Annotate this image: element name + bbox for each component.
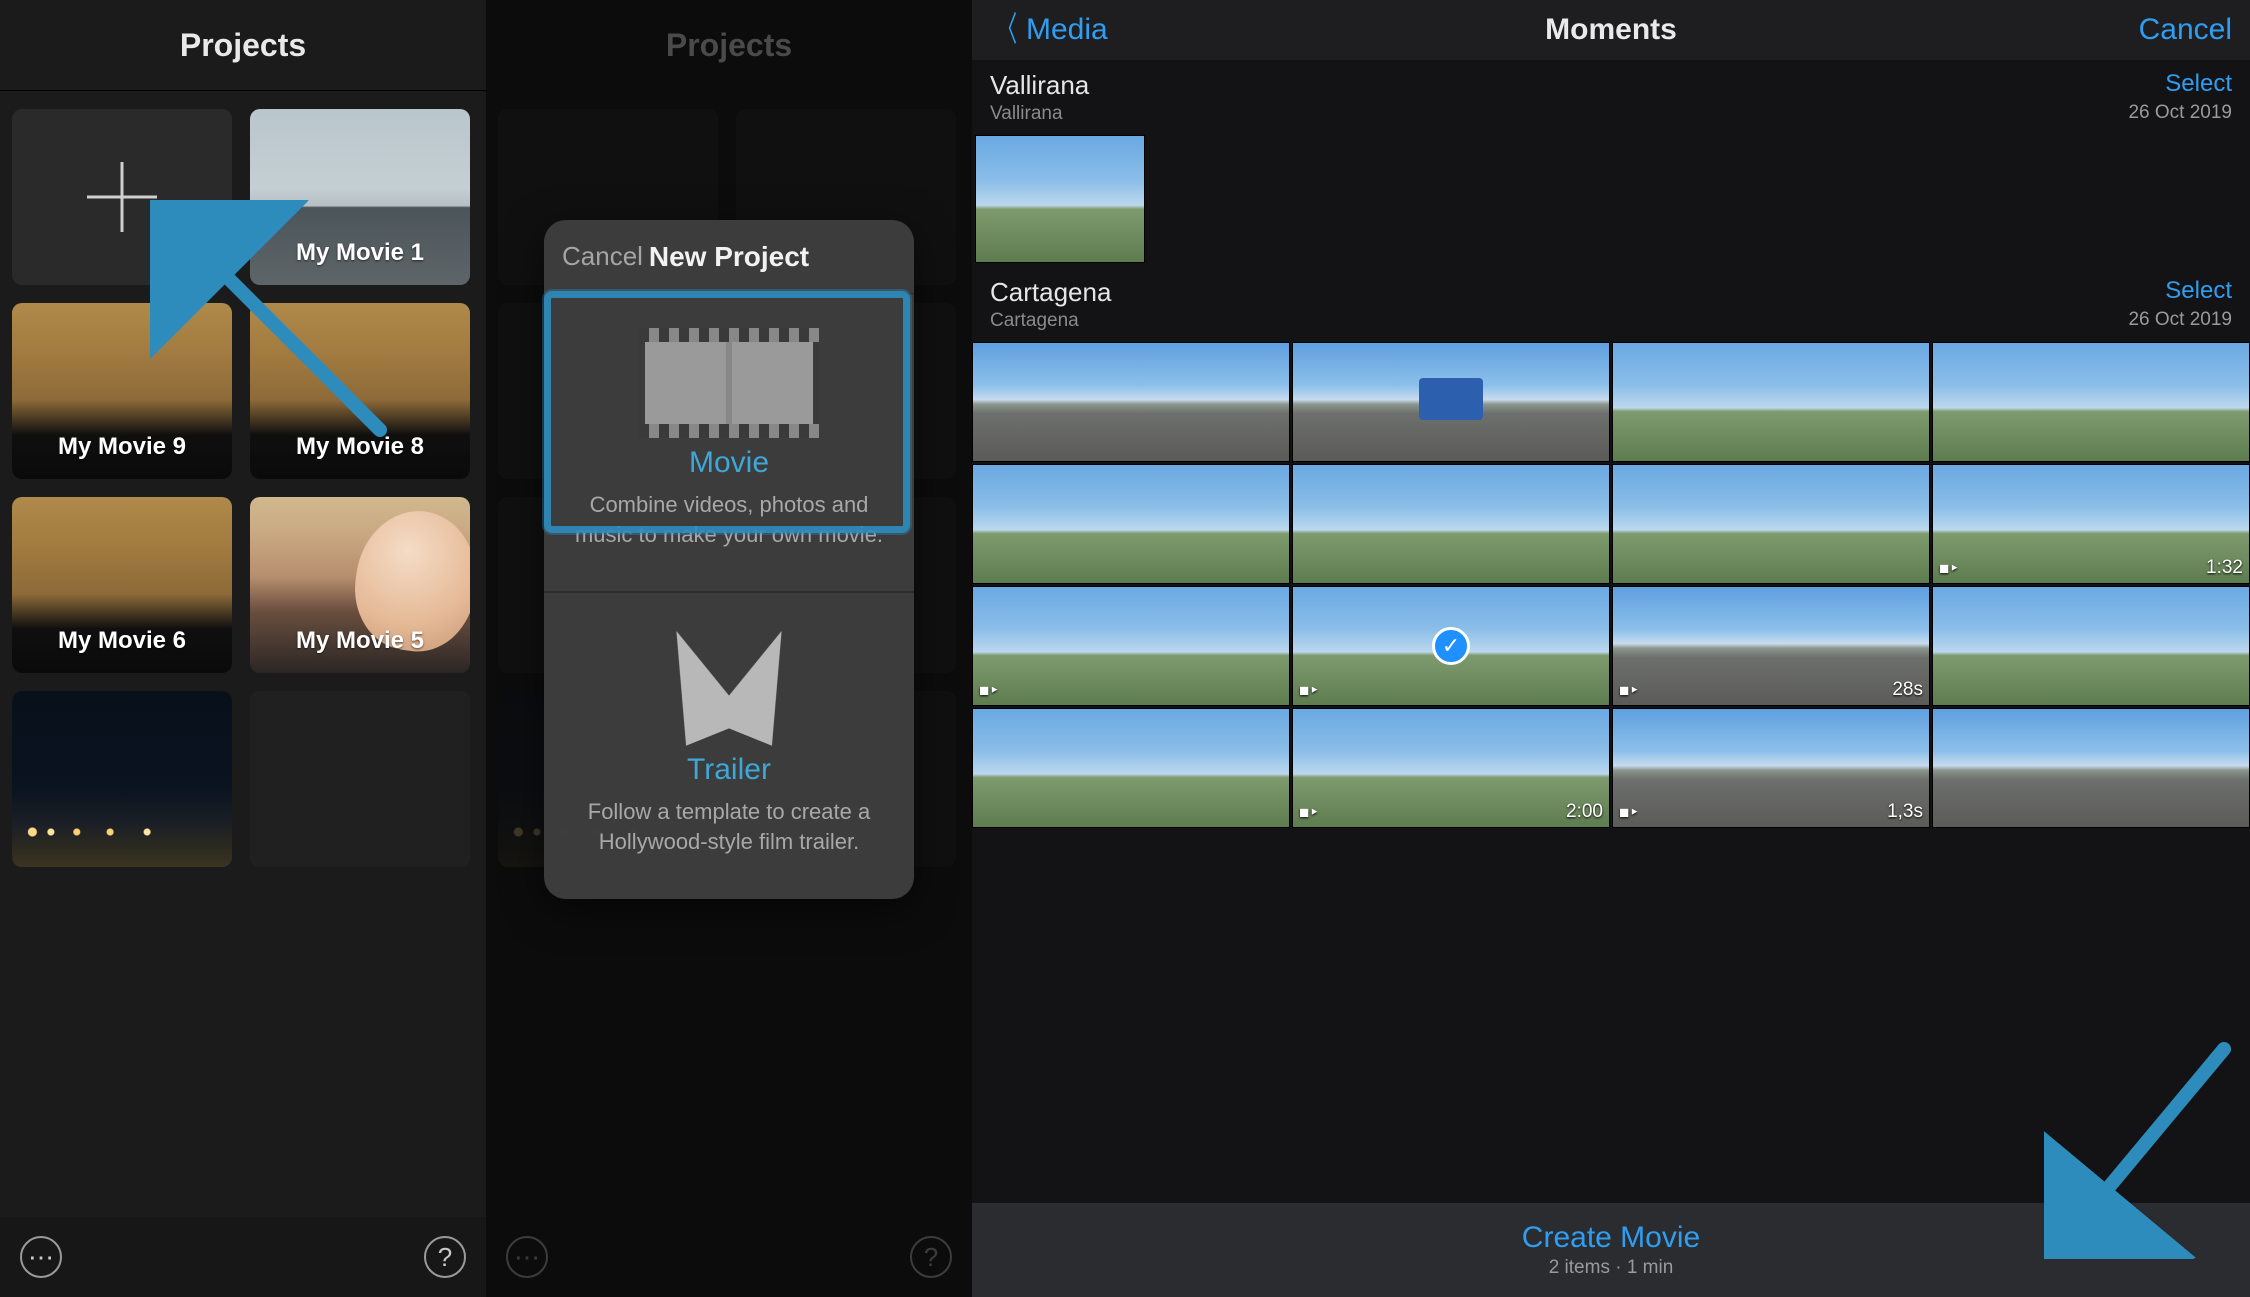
moment-date: 26 Oct 2019 bbox=[2128, 102, 2232, 124]
video-icon: ■‣ bbox=[1619, 681, 1639, 701]
project-tile[interactable]: My Movie 6 bbox=[12, 497, 232, 673]
moment-sub: Cartagena bbox=[990, 310, 1111, 332]
moment-photos bbox=[972, 135, 2250, 267]
video-icon: ■‣ bbox=[1939, 559, 1959, 579]
moment-header: Cartagena Cartagena Select 26 Oct 2019 bbox=[972, 267, 2250, 342]
photo-thumb[interactable] bbox=[972, 708, 1290, 828]
moment-date: 26 Oct 2019 bbox=[2128, 309, 2232, 331]
photo-thumb[interactable]: ■‣ ✓ bbox=[1292, 586, 1610, 706]
sheet-header: Cancel New Project bbox=[544, 220, 914, 294]
photo-thumb[interactable] bbox=[1292, 464, 1610, 584]
moments-nav: 〈 Media Moments Cancel bbox=[972, 0, 2250, 60]
photo-thumb[interactable]: ■‣ bbox=[972, 586, 1290, 706]
project-tile-label: My Movie 6 bbox=[12, 627, 232, 655]
help-icon: ? bbox=[438, 1242, 452, 1273]
new-project-screen: Projects ⋯ ? Cancel New Project bbox=[486, 0, 972, 1297]
photo-thumb[interactable]: ■‣ 1,3s bbox=[1612, 708, 1930, 828]
photo-thumb[interactable] bbox=[1612, 342, 1930, 462]
photo-thumb[interactable] bbox=[972, 342, 1290, 462]
projects-header: Projects bbox=[0, 0, 486, 91]
option-trailer[interactable]: Trailer Follow a template to create a Ho… bbox=[544, 593, 914, 898]
more-button-dim: ⋯ bbox=[506, 1236, 548, 1278]
projects-grid: My Movie 1 My Movie 9 My Movie 8 My Movi… bbox=[0, 91, 486, 867]
project-tile-label: My Movie 5 bbox=[250, 627, 470, 655]
moment-select-button[interactable]: Select bbox=[2128, 70, 2232, 98]
project-tile-label: My Movie 1 bbox=[250, 239, 470, 267]
photo-thumb[interactable]: ■‣ 28s bbox=[1612, 586, 1930, 706]
photo-thumb[interactable] bbox=[972, 464, 1290, 584]
video-duration: 1:32 bbox=[2206, 557, 2243, 579]
project-tile[interactable]: My Movie 8 bbox=[250, 303, 470, 479]
help-button-dim: ? bbox=[910, 1236, 952, 1278]
moment-name: Cartagena bbox=[990, 277, 1111, 308]
project-tile[interactable]: My Movie 5 bbox=[250, 497, 470, 673]
moment-name: Vallirana bbox=[990, 70, 1089, 101]
sheet-cancel-button[interactable]: Cancel bbox=[562, 241, 643, 272]
projects-screen: Projects My Movie 1 My Movie 9 My Movie … bbox=[0, 0, 486, 1297]
option-movie-title: Movie bbox=[566, 446, 892, 480]
project-tile[interactable]: My Movie 9 bbox=[12, 303, 232, 479]
video-icon: ■‣ bbox=[1619, 803, 1639, 823]
project-tile[interactable] bbox=[12, 691, 232, 867]
photo-thumb[interactable] bbox=[1932, 342, 2250, 462]
moment-sub: Vallirana bbox=[990, 103, 1089, 125]
projects-title: Projects bbox=[180, 27, 306, 64]
project-tile[interactable] bbox=[250, 691, 470, 867]
video-duration: 2:00 bbox=[1566, 801, 1603, 823]
cancel-button[interactable]: Cancel bbox=[2139, 13, 2232, 47]
project-tile[interactable]: My Movie 1 bbox=[250, 109, 470, 285]
spotlight-icon bbox=[649, 627, 809, 747]
chevron-left-icon: 〈 bbox=[997, 13, 1017, 47]
project-tile-label: My Movie 8 bbox=[250, 433, 470, 461]
photo-thumb[interactable]: ■‣ 2:00 bbox=[1292, 708, 1610, 828]
moment-header: Vallirana Vallirana Select 26 Oct 2019 bbox=[972, 60, 2250, 135]
photo-thumb[interactable] bbox=[975, 135, 1145, 263]
new-project-sheet: Cancel New Project Movie Combine videos,… bbox=[544, 220, 914, 899]
option-trailer-desc: Follow a template to create a Hollywood-… bbox=[566, 797, 892, 856]
create-movie-label: Create Movie bbox=[1522, 1221, 1700, 1255]
back-button[interactable]: 〈 Media bbox=[990, 13, 1108, 47]
video-duration: 28s bbox=[1892, 679, 1923, 701]
moment-grid: ■‣ 1:32 ■‣ ■‣ ✓ ■‣ 28s ■‣ 2:00 ■‣ 1,3s bbox=[972, 342, 2250, 828]
photo-thumb[interactable] bbox=[1932, 708, 2250, 828]
projects-title-dim: Projects bbox=[666, 27, 792, 64]
moments-title: Moments bbox=[1545, 13, 1677, 47]
help-button[interactable]: ? bbox=[424, 1236, 466, 1278]
video-duration: 1,3s bbox=[1887, 801, 1923, 823]
projects-footer: ⋯ ? bbox=[0, 1217, 486, 1297]
projects-header-dim: Projects bbox=[486, 0, 972, 91]
photo-thumb[interactable] bbox=[1292, 342, 1610, 462]
more-icon: ⋯ bbox=[28, 1242, 54, 1273]
moment-select-button[interactable]: Select bbox=[2128, 277, 2232, 305]
photo-thumb[interactable]: ■‣ 1:32 bbox=[1932, 464, 2250, 584]
create-movie-meta: 2 items · 1 min bbox=[1549, 1257, 1674, 1279]
more-button[interactable]: ⋯ bbox=[20, 1236, 62, 1278]
video-icon: ■‣ bbox=[1299, 803, 1319, 823]
photo-thumb[interactable] bbox=[1612, 464, 1930, 584]
project-tile-label: My Movie 9 bbox=[12, 433, 232, 461]
video-icon: ■‣ bbox=[1299, 681, 1319, 701]
back-label: Media bbox=[1026, 13, 1108, 47]
option-movie[interactable]: Movie Combine videos, photos and music t… bbox=[544, 294, 914, 593]
option-movie-desc: Combine videos, photos and music to make… bbox=[566, 490, 892, 549]
film-icon bbox=[639, 328, 819, 438]
new-project-tile[interactable] bbox=[12, 109, 232, 285]
plus-icon bbox=[81, 156, 163, 238]
moments-screen: 〈 Media Moments Cancel Vallirana Vallira… bbox=[972, 0, 2250, 1297]
create-movie-bar[interactable]: Create Movie 2 items · 1 min bbox=[972, 1203, 2250, 1297]
option-trailer-title: Trailer bbox=[566, 753, 892, 787]
selected-check-icon: ✓ bbox=[1432, 627, 1470, 665]
photo-thumb[interactable] bbox=[1932, 586, 2250, 706]
video-icon: ■‣ bbox=[979, 681, 999, 701]
